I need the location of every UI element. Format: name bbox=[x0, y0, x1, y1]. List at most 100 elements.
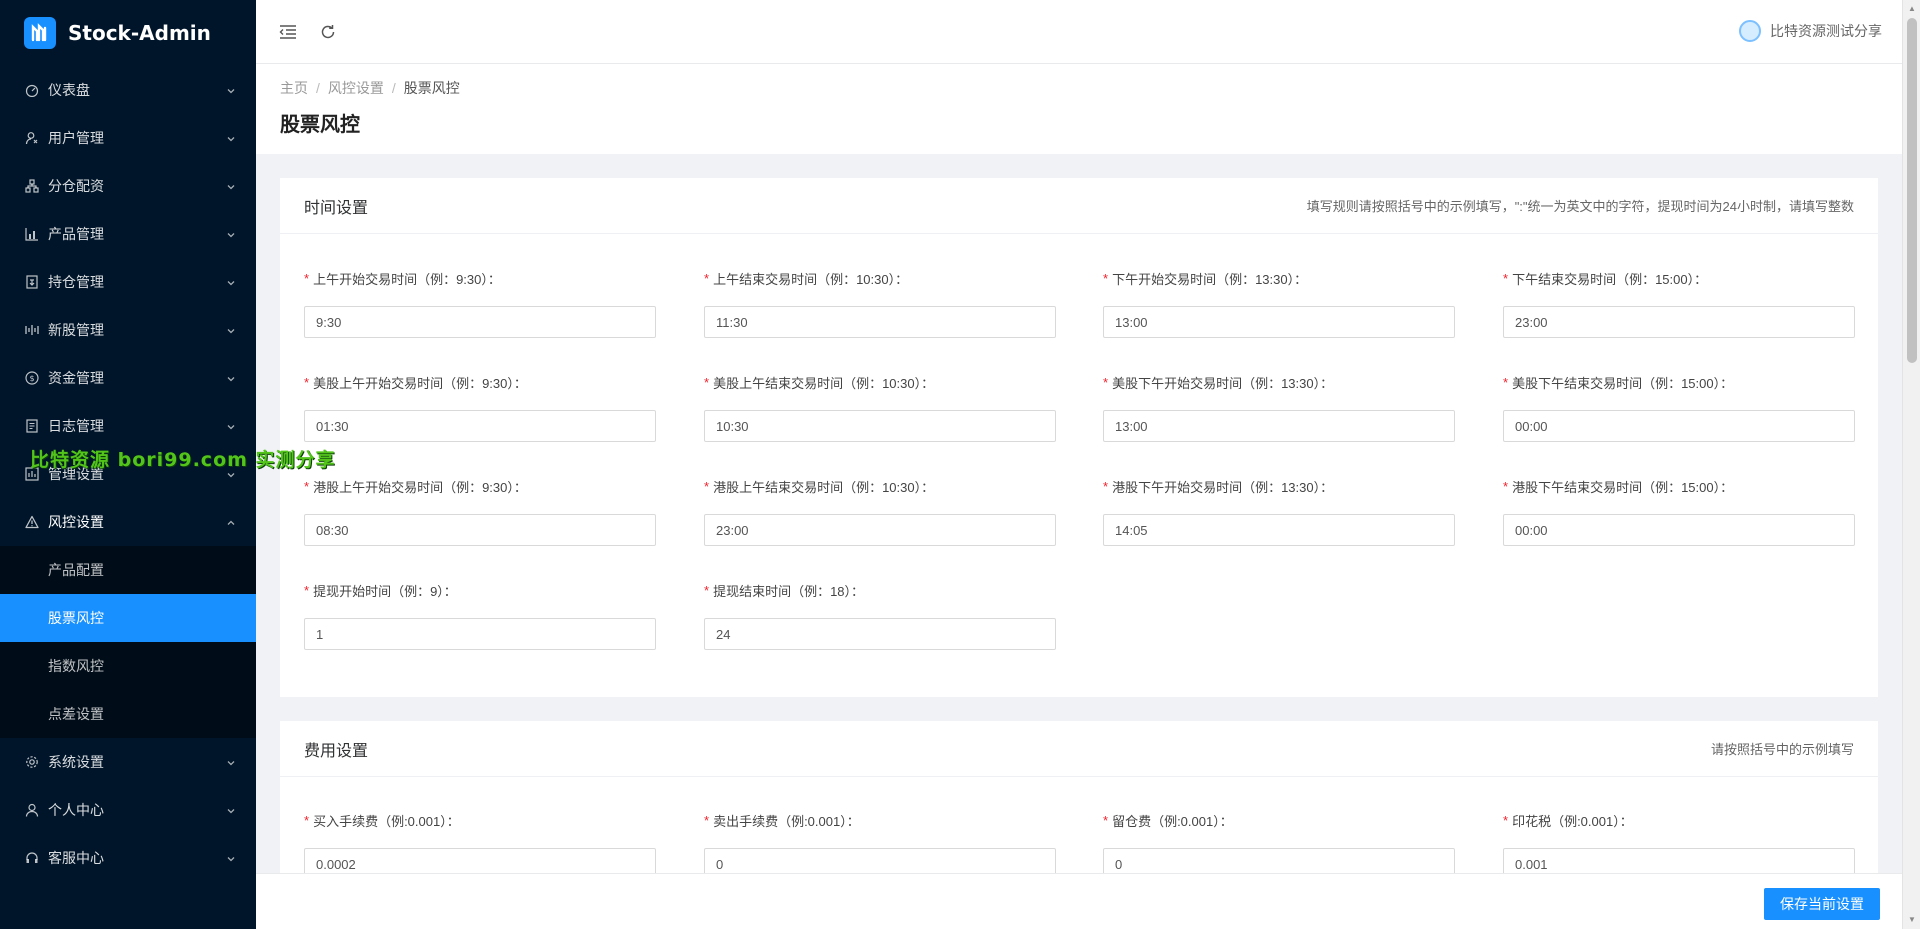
menu-log[interactable]: 日志管理 bbox=[0, 402, 256, 450]
top-header: 比特资源测试分享 bbox=[256, 0, 1902, 64]
menu-position[interactable]: 持仓管理 bbox=[0, 258, 256, 306]
field-label: 下午结束交易时间（例：15:00）： bbox=[1512, 271, 1708, 287]
form-field: * 提现结束时间（例：18）： bbox=[704, 580, 1056, 650]
save-settings-button[interactable]: 保存当前设置 bbox=[1764, 888, 1880, 920]
required-mark: * bbox=[704, 582, 710, 598]
field-label: 印花税（例:0.001）： bbox=[1512, 813, 1633, 829]
hk-am-start-input[interactable] bbox=[304, 514, 656, 546]
withdraw-start-input[interactable] bbox=[304, 618, 656, 650]
am-start-input[interactable] bbox=[304, 306, 656, 338]
menu-label: 个人中心 bbox=[48, 802, 104, 818]
menu-personal-center[interactable]: 个人中心 bbox=[0, 786, 256, 834]
menu-risk-settings[interactable]: 风控设置 bbox=[0, 498, 256, 546]
chevron-up-icon bbox=[226, 515, 236, 531]
card-title: 时间设置 bbox=[304, 199, 369, 217]
menu-label: 新股管理 bbox=[48, 322, 104, 338]
submenu-spread-settings[interactable]: 点差设置 bbox=[0, 690, 256, 738]
menu-branch[interactable]: 分仓配资 bbox=[0, 162, 256, 210]
required-mark: * bbox=[1503, 478, 1509, 494]
submenu-index-risk[interactable]: 指数风控 bbox=[0, 642, 256, 690]
scroll-thumb[interactable] bbox=[1907, 18, 1917, 363]
form-field: * 上午结束交易时间（例：10:30）： bbox=[704, 268, 1056, 338]
submenu-stock-risk[interactable]: 股票风控 bbox=[0, 594, 256, 642]
form-field: * 美股上午结束交易时间（例：10:30）： bbox=[704, 372, 1056, 442]
form-field: * 美股下午开始交易时间（例：13:30）： bbox=[1103, 372, 1455, 442]
scrollbar[interactable]: ▲ ▼ bbox=[1902, 0, 1920, 929]
chevron-down-icon bbox=[226, 323, 236, 339]
pm-end-input[interactable] bbox=[1503, 306, 1855, 338]
form-field: * 下午开始交易时间（例：13:30）： bbox=[1103, 268, 1455, 338]
menu-label: 产品管理 bbox=[48, 226, 104, 242]
us-pm-end-input[interactable] bbox=[1503, 410, 1855, 442]
required-mark: * bbox=[1503, 812, 1509, 828]
field-label: 上午开始交易时间（例：9:30）： bbox=[313, 271, 501, 287]
menu-money[interactable]: $ 资金管理 bbox=[0, 354, 256, 402]
chevron-down-icon bbox=[226, 179, 236, 195]
menu-label: 系统设置 bbox=[48, 754, 104, 770]
page-header: 主页 / 风控设置 / 股票风控 股票风控 bbox=[256, 64, 1902, 154]
field-label: 港股上午结束交易时间（例：10:30）： bbox=[713, 479, 935, 495]
required-mark: * bbox=[704, 374, 710, 390]
us-am-end-input[interactable] bbox=[704, 410, 1056, 442]
required-mark: * bbox=[304, 478, 310, 494]
field-label: 港股上午开始交易时间（例：9:30）： bbox=[313, 479, 527, 495]
pm-start-input[interactable] bbox=[1103, 306, 1455, 338]
menu-service-center[interactable]: 客服中心 bbox=[0, 834, 256, 882]
menu-ipo[interactable]: 新股管理 bbox=[0, 306, 256, 354]
withdraw-end-input[interactable] bbox=[704, 618, 1056, 650]
chevron-down-icon bbox=[226, 131, 236, 147]
chart-icon bbox=[24, 226, 40, 242]
required-mark: * bbox=[304, 582, 310, 598]
hk-pm-start-input[interactable] bbox=[1103, 514, 1455, 546]
required-mark: * bbox=[1503, 270, 1509, 286]
chevron-down-icon bbox=[226, 275, 236, 291]
required-mark: * bbox=[1103, 270, 1109, 286]
dashboard-icon bbox=[24, 82, 40, 98]
us-pm-start-input[interactable] bbox=[1103, 410, 1455, 442]
breadcrumb-current: 股票风控 bbox=[403, 80, 460, 96]
form-field: * 卖出手续费（例:0.001）： bbox=[704, 810, 1056, 880]
chevron-down-icon bbox=[226, 419, 236, 435]
app-title: Stock-Admin bbox=[68, 21, 211, 45]
field-label: 提现结束时间（例：18）： bbox=[713, 583, 865, 599]
field-label: 美股下午开始交易时间（例：13:30）： bbox=[1112, 375, 1334, 391]
breadcrumb-home[interactable]: 主页 bbox=[280, 78, 308, 98]
menu-product[interactable]: 产品管理 bbox=[0, 210, 256, 258]
menu-system-settings[interactable]: 系统设置 bbox=[0, 738, 256, 786]
chevron-down-icon bbox=[226, 83, 236, 99]
risk-submenu: 产品配置 股票风控 指数风控 点差设置 bbox=[0, 546, 256, 738]
refresh-icon[interactable] bbox=[316, 20, 340, 44]
card-header: 时间设置 填写规则请按照括号中的示例填写，":"统一为英文中的字符，提现时间为2… bbox=[280, 178, 1878, 234]
hk-pm-end-input[interactable] bbox=[1503, 514, 1855, 546]
field-label: 提现开始时间（例：9）： bbox=[313, 583, 457, 599]
branch-icon bbox=[24, 178, 40, 194]
user-menu[interactable]: 比特资源测试分享 bbox=[1739, 20, 1882, 42]
submenu-product-config[interactable]: 产品配置 bbox=[0, 546, 256, 594]
form-field: * 港股上午结束交易时间（例：10:30）： bbox=[704, 476, 1056, 546]
breadcrumb-parent[interactable]: 风控设置 bbox=[328, 78, 384, 98]
form-field: * 提现开始时间（例：9）： bbox=[304, 580, 656, 650]
required-mark: * bbox=[304, 374, 310, 390]
menu-label: 分仓配资 bbox=[48, 178, 104, 194]
scroll-down-icon[interactable]: ▼ bbox=[1907, 915, 1917, 925]
us-am-start-input[interactable] bbox=[304, 410, 656, 442]
form-field: * 印花税（例:0.001）： bbox=[1503, 810, 1855, 880]
form-field: * 留仓费（例:0.001）： bbox=[1103, 810, 1455, 880]
money-icon: $ bbox=[24, 370, 40, 386]
required-mark: * bbox=[1103, 478, 1109, 494]
menu-label: 客服中心 bbox=[48, 850, 104, 866]
log-icon bbox=[24, 418, 40, 434]
scroll-up-icon[interactable]: ▲ bbox=[1907, 4, 1917, 14]
watermark: 比特资源 bori99.com 实测分享 bbox=[30, 449, 336, 471]
menu-user-manage[interactable]: 用户管理 bbox=[0, 114, 256, 162]
logo[interactable]: Stock-Admin bbox=[0, 0, 256, 66]
menu-dashboard[interactable]: 仪表盘 bbox=[0, 66, 256, 114]
collapse-menu-icon[interactable] bbox=[276, 20, 300, 44]
field-label: 美股上午开始交易时间（例：9:30）： bbox=[313, 375, 527, 391]
menu-label: 资金管理 bbox=[48, 370, 104, 386]
fee-settings-card: 费用设置 请按照括号中的示例填写 *买入手续费（例:0.001）： *卖出手续费… bbox=[280, 721, 1878, 881]
position-icon bbox=[24, 274, 40, 290]
breadcrumb-separator: / bbox=[391, 80, 396, 96]
hk-am-end-input[interactable] bbox=[704, 514, 1056, 546]
am-end-input[interactable] bbox=[704, 306, 1056, 338]
